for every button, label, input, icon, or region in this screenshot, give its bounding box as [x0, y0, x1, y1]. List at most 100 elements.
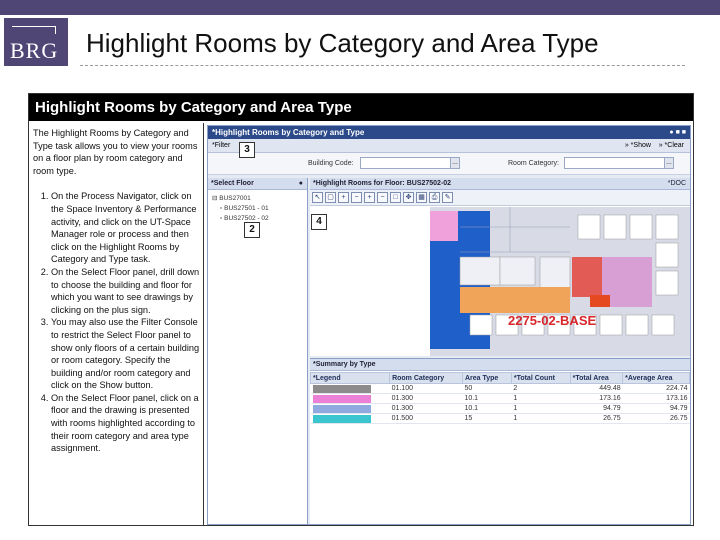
floor-plan-header: *Highlight Rooms for Floor: BUS27502-02 … [310, 178, 690, 190]
plan-room [625, 314, 649, 336]
plan-room [469, 314, 493, 336]
ellipsis-icon[interactable]: … [664, 158, 673, 168]
doc-button[interactable]: *DOC [668, 178, 686, 190]
floor-tree: ⊟ BUS27001 ▫ BUS27501 - 01 ▫ BUS27502 - … [208, 190, 307, 224]
table-row[interactable]: 01.300 10.1 1 94.79 94.79 [310, 403, 690, 414]
tree-item-label: BUS27501 - 01 [224, 205, 269, 212]
floor-plan-drawing[interactable] [310, 207, 690, 356]
building-code-label: Building Code: [308, 160, 354, 167]
column-legend[interactable]: *Legend [309, 372, 391, 384]
table-row[interactable]: 01.500 15 1 26.75 26.75 [310, 413, 690, 424]
cell-count: 2 [511, 383, 571, 394]
layers-icon[interactable]: ▦ [416, 192, 427, 203]
tree-item-building[interactable]: ⊟ BUS27001 [212, 194, 307, 204]
legend-swatch [312, 384, 371, 393]
step-2: On the Select Floor panel, drill down to… [51, 266, 203, 316]
cell-total-area: 26.75 [570, 413, 623, 424]
summary-header-row: *Legend Room Category Area Type *Total C… [309, 372, 690, 384]
callout-3: 3 [239, 142, 255, 158]
filter-bar: *Filter » *Show » *Clear [208, 139, 690, 153]
column-total-area[interactable]: *Total Area [569, 372, 624, 384]
app-screenshot: *Highlight Rooms by Category and Type ● … [207, 125, 691, 525]
column-area-type[interactable]: Area Type [461, 372, 512, 384]
cell-average-area: 26.75 [622, 413, 690, 424]
zoom-out-icon[interactable]: − [351, 192, 362, 203]
plan-room [655, 270, 679, 296]
step-1: On the Process Navigator, click on the S… [51, 190, 203, 266]
tree-item-floor[interactable]: ▫ BUS27501 - 01 [212, 204, 307, 214]
plan-room-red [572, 257, 602, 297]
show-button[interactable]: *Show [631, 142, 651, 149]
table-row[interactable]: 01.100 50 2 449.48 224.74 [310, 383, 690, 394]
cell-total-area: 173.16 [570, 393, 623, 404]
print-icon[interactable]: ⎙ [429, 192, 440, 203]
clear-button[interactable]: *Clear [665, 142, 684, 149]
step-4: On the Select Floor panel, click on a fl… [51, 392, 203, 455]
drawing-toolbar: ↖ ▢ + − + − □ ✥ ▦ ⎙ ✎ [310, 190, 690, 206]
plan-room [577, 214, 601, 240]
zoom-in-icon[interactable]: + [338, 192, 349, 203]
instructions: The Highlight Rooms by Category and Type… [33, 127, 203, 455]
table-row[interactable]: 01.300 10.1 1 173.16 173.16 [310, 393, 690, 404]
chevron-double-icon: » [658, 142, 663, 149]
pan-icon[interactable]: ✥ [403, 192, 414, 203]
zoom-window-icon[interactable]: ▢ [325, 192, 336, 203]
cell-area-type: 10.1 [462, 393, 512, 404]
step-3: You may also use the Filter Console to r… [51, 316, 203, 392]
cell-category: 01.500 [389, 413, 463, 424]
edit-icon[interactable]: ✎ [442, 192, 453, 203]
window-controls[interactable]: ● ■ ■ [669, 126, 686, 139]
cell-average-area: 224.74 [622, 383, 690, 394]
plan-room-amber [460, 287, 570, 313]
legend-swatch [312, 394, 371, 403]
summary-table: *Legend Room Category Area Type *Total C… [309, 372, 690, 424]
filter-label: *Filter [212, 142, 231, 149]
plan-room [499, 256, 536, 286]
app-title-bar: *Highlight Rooms by Category and Type ● … [208, 126, 690, 139]
logo-line [12, 26, 56, 34]
chevron-down-icon: » [624, 142, 629, 149]
help-icon[interactable]: ● [299, 178, 303, 190]
content-frame: Highlight Rooms by Category and Area Typ… [28, 93, 694, 526]
column-total-count[interactable]: *Total Count [510, 372, 571, 384]
callout-2: 2 [244, 222, 260, 238]
cell-average-area: 173.16 [622, 393, 690, 404]
logo-text: BRG [10, 38, 59, 63]
column-room-category[interactable]: Room Category [389, 372, 463, 384]
plan-room [629, 214, 653, 240]
plan-room [651, 314, 675, 336]
plan-room [655, 242, 679, 268]
select-arrow-icon[interactable]: ↖ [312, 192, 323, 203]
plan-room-orange [590, 295, 610, 307]
cell-total-area: 449.48 [570, 383, 623, 394]
room-category-input[interactable]: … [564, 157, 674, 169]
plan-room-pink [430, 211, 458, 241]
legend-swatch [312, 414, 371, 423]
column-divider [203, 123, 204, 525]
tree-item-label: BUS27001 [219, 195, 251, 202]
steps-list: On the Process Navigator, click on the S… [33, 190, 203, 454]
cell-total-area: 94.79 [570, 403, 623, 414]
app-title: *Highlight Rooms by Category and Type [212, 128, 365, 137]
intro-text: The Highlight Rooms by Category and Type… [33, 128, 198, 176]
ellipsis-icon[interactable]: … [450, 158, 459, 168]
summary-title: *Summary by Type [313, 361, 376, 368]
brg-logo: BRG [4, 18, 68, 66]
zoom-in-icon[interactable]: + [364, 192, 375, 203]
plan-room [655, 214, 679, 240]
building-code-input[interactable]: … [360, 157, 460, 169]
cell-count: 1 [511, 393, 571, 404]
summary-header: *Summary by Type [310, 359, 690, 371]
cell-count: 1 [511, 413, 571, 424]
cell-category: 01.100 [389, 383, 463, 394]
frame-header: Highlight Rooms by Category and Area Typ… [29, 94, 693, 121]
cell-average-area: 94.79 [622, 403, 690, 414]
legend-swatch [312, 404, 371, 413]
zoom-out-icon[interactable]: − [377, 192, 388, 203]
cell-count: 1 [511, 403, 571, 414]
plan-room [603, 214, 627, 240]
column-average-area[interactable]: *Average Area [622, 372, 690, 384]
callout-4: 4 [311, 214, 327, 230]
filter-row: Building Code: … Room Category: … [208, 153, 690, 175]
zoom-extents-icon[interactable]: □ [390, 192, 401, 203]
